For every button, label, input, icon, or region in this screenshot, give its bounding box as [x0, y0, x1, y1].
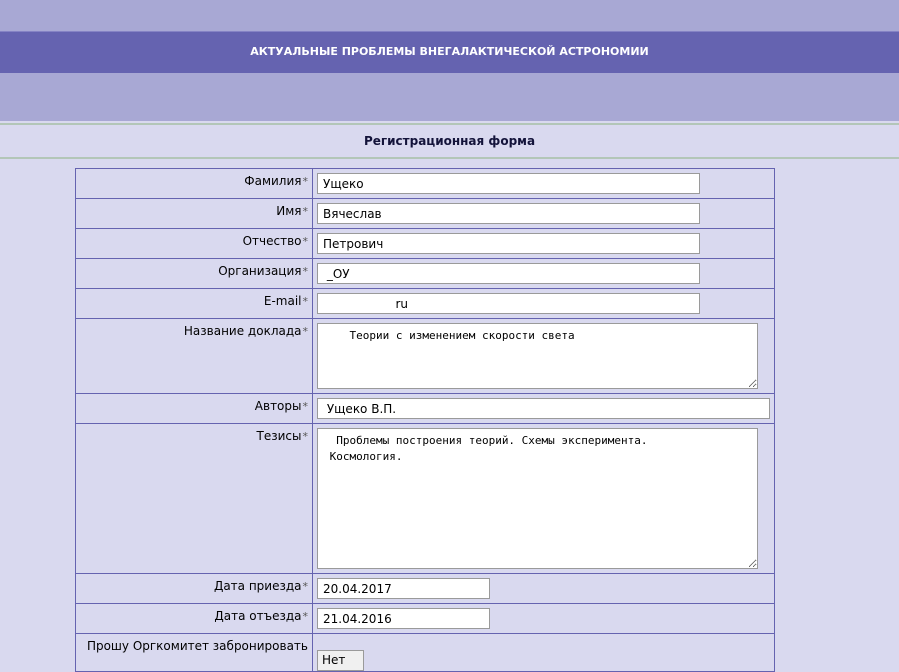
email-label-cell: E-mail*	[75, 288, 313, 319]
header-top-band	[0, 0, 899, 31]
form-row-organization: Организация*	[75, 258, 775, 289]
departure-date-label-cell: Дата отъезда*	[75, 603, 313, 634]
departure-date-field-cell	[312, 603, 775, 634]
booking-label: Прошу Оргкомитет забронировать	[86, 639, 308, 653]
name-label-cell: Имя*	[75, 198, 313, 229]
organization-input[interactable]	[317, 263, 700, 284]
required-mark: *	[302, 295, 309, 308]
form-row-report-title: Название доклада* Теории с изменением ск…	[75, 318, 775, 394]
report-title-label-cell: Название доклада*	[75, 318, 313, 394]
patronymic-label: Отчество	[242, 234, 302, 248]
email-field-cell	[312, 288, 775, 319]
report-title-label: Название доклада	[183, 324, 302, 338]
abstract-field-cell: Проблемы построения теорий. Схемы экспер…	[312, 423, 775, 574]
arrival-date-field-cell	[312, 573, 775, 604]
email-input[interactable]	[317, 293, 700, 314]
required-mark: *	[302, 325, 309, 338]
form-row-email: E-mail*	[75, 288, 775, 319]
patronymic-field-cell	[312, 228, 775, 259]
surname-label: Фамилия	[244, 174, 302, 188]
form-row-surname: Фамилия*	[75, 168, 775, 199]
authors-label-cell: Авторы*	[75, 393, 313, 424]
form-row-booking: Прошу Оргкомитет забронировать Нет	[75, 633, 775, 672]
registration-form: Фамилия* Имя* Отчество* Организация* E-m…	[75, 168, 775, 672]
patronymic-label-cell: Отчество*	[75, 228, 313, 259]
organization-label-cell: Организация*	[75, 258, 313, 289]
divider-bottom	[0, 157, 899, 159]
form-row-arrival-date: Дата приезда*	[75, 573, 775, 604]
form-row-name: Имя*	[75, 198, 775, 229]
abstract-textarea[interactable]: Проблемы построения теорий. Схемы экспер…	[317, 428, 758, 569]
form-row-patronymic: Отчество*	[75, 228, 775, 259]
arrival-date-label: Дата приезда	[213, 579, 302, 593]
booking-label-cell: Прошу Оргкомитет забронировать	[75, 633, 313, 672]
report-title-textarea[interactable]: Теории с изменением скорости света	[317, 323, 758, 389]
form-row-authors: Авторы*	[75, 393, 775, 424]
surname-label-cell: Фамилия*	[75, 168, 313, 199]
authors-input[interactable]	[317, 398, 770, 419]
email-label: E-mail	[263, 294, 302, 308]
departure-date-input[interactable]	[317, 608, 490, 629]
name-input[interactable]	[317, 203, 700, 224]
arrival-date-input[interactable]	[317, 578, 490, 599]
divider-top	[0, 123, 899, 125]
authors-label: Авторы	[254, 399, 302, 413]
required-mark: *	[302, 400, 309, 413]
required-mark: *	[302, 265, 309, 278]
abstract-label: Тезисы	[256, 429, 302, 443]
surname-input[interactable]	[317, 173, 700, 194]
header-bottom-band	[0, 73, 899, 121]
required-mark: *	[302, 205, 309, 218]
booking-field-cell: Нет	[312, 633, 775, 672]
patronymic-input[interactable]	[317, 233, 700, 254]
authors-field-cell	[312, 393, 775, 424]
surname-field-cell	[312, 168, 775, 199]
site-title: АКТУАЛЬНЫЕ ПРОБЛЕМЫ ВНЕГАЛАКТИЧЕСКОЙ АСТ…	[0, 31, 899, 73]
required-mark: *	[302, 580, 309, 593]
form-row-abstract: Тезисы* Проблемы построения теорий. Схем…	[75, 423, 775, 574]
required-mark: *	[302, 610, 309, 623]
abstract-label-cell: Тезисы*	[75, 423, 313, 574]
organization-label: Организация	[218, 264, 302, 278]
required-mark: *	[302, 175, 309, 188]
form-heading: Регистрационная форма	[363, 134, 536, 148]
organization-field-cell	[312, 258, 775, 289]
form-row-departure-date: Дата отъезда*	[75, 603, 775, 634]
arrival-date-label-cell: Дата приезда*	[75, 573, 313, 604]
report-title-field-cell: Теории с изменением скорости света	[312, 318, 775, 394]
name-label: Имя	[276, 204, 302, 218]
booking-select[interactable]: Нет	[317, 650, 364, 671]
name-field-cell	[312, 198, 775, 229]
required-mark: *	[302, 430, 309, 443]
required-mark: *	[302, 235, 309, 248]
departure-date-label: Дата отъезда	[214, 609, 302, 623]
